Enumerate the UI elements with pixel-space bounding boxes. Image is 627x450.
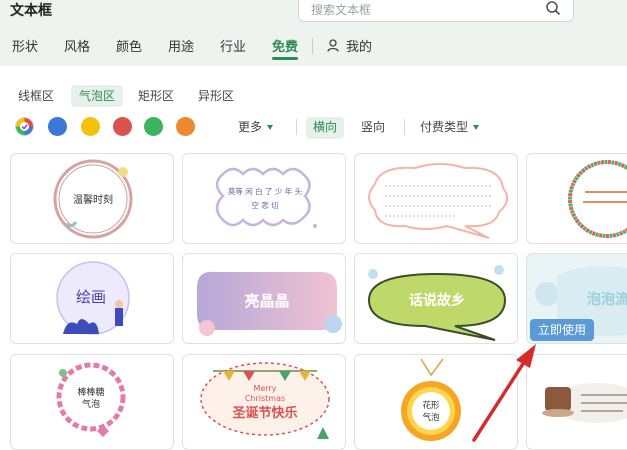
tab-style[interactable]: 风格 — [64, 36, 90, 55]
tab-free[interactable]: 免费 — [272, 36, 298, 55]
panel-title: 文本框 — [10, 3, 52, 19]
card-text: 话说故乡 — [409, 292, 465, 309]
cloud-speech-art — [368, 163, 509, 239]
orientation-vertical[interactable]: 竖向 — [361, 117, 385, 139]
flower-frame-art: 花形 气泡 — [401, 358, 461, 441]
more-label: 更多 — [238, 120, 263, 134]
template-card-shiny[interactable]: 亮晶晶 — [182, 253, 346, 344]
template-card-dotted-circle[interactable] — [526, 153, 627, 244]
pay-type-label: 付费类型 — [420, 120, 469, 134]
tab-industry[interactable]: 行业 — [220, 36, 246, 55]
card-text: 绘画 — [76, 288, 106, 306]
user-icon[interactable] — [327, 39, 339, 52]
subtab-irregular[interactable]: 异形区 — [190, 85, 242, 107]
subtab-bubble[interactable]: 气泡区 — [71, 85, 124, 107]
card-text: 棒棒糖 — [77, 386, 104, 398]
template-card-flower[interactable]: 花形 气泡 — [354, 354, 518, 450]
template-card-painting[interactable]: 绘画 — [10, 253, 174, 344]
card-text: Christmas — [245, 394, 285, 403]
green-speech-art: 话说故乡 — [367, 265, 507, 341]
circle-frame-art: 温馨时刻 — [53, 159, 133, 239]
card-text: 花形 — [422, 400, 440, 411]
card-text: 气泡 — [82, 398, 100, 410]
card-text: 莫等 闲 白 了 少 年 头 — [228, 186, 303, 196]
dotted-circle-art — [568, 160, 627, 238]
template-card-lollipop[interactable]: 棒棒糖 气泡 — [10, 354, 174, 450]
painting-bubble-art: 绘画 — [56, 261, 130, 335]
color-green-swatch[interactable] — [144, 117, 163, 136]
gradient-bubble-art: 亮晶晶 — [197, 271, 342, 336]
template-card-coffee[interactable] — [526, 354, 627, 450]
pink-frame-art: 棒棒糖 气泡 — [56, 362, 126, 437]
card-text: 亮晶晶 — [244, 292, 289, 310]
tab-usage[interactable]: 用途 — [168, 36, 194, 55]
template-card-cloud-speech[interactable] — [354, 153, 518, 244]
color-orange-swatch[interactable] — [176, 117, 195, 136]
template-card-poem-bubble[interactable]: 莫等 闲 白 了 少 年 头 空 悲 切 — [182, 153, 346, 244]
all-colors-icon[interactable] — [15, 117, 34, 136]
color-blue-swatch[interactable] — [48, 117, 67, 136]
active-tab-indicator — [272, 57, 298, 60]
template-card-christmas[interactable]: Merry Christmas 圣诞节快乐 — [182, 354, 346, 450]
tab-shape[interactable]: 形状 — [12, 36, 38, 55]
christmas-oval-art: Merry Christmas 圣诞节快乐 — [200, 362, 330, 439]
filter-divider — [296, 119, 297, 135]
color-yellow-swatch[interactable] — [81, 117, 100, 136]
more-filter[interactable]: 更多 — [238, 117, 274, 139]
use-now-button[interactable]: 立即使用 — [530, 319, 594, 341]
template-card-hometown-story[interactable]: 话说故乡 — [354, 253, 518, 344]
tab-color[interactable]: 颜色 — [116, 36, 142, 55]
search-placeholder: 搜索文本框 — [311, 3, 372, 17]
subtab-line-frame[interactable]: 线框区 — [10, 85, 62, 107]
search-input[interactable]: 搜索文本框 — [298, 0, 574, 22]
filter-divider — [404, 119, 405, 135]
orientation-horizontal[interactable]: 横向 — [306, 117, 345, 139]
card-text: 圣诞节快乐 — [232, 405, 297, 421]
subtab-rectangle[interactable]: 矩形区 — [130, 85, 182, 107]
pay-type-filter[interactable]: 付费类型 — [420, 117, 480, 139]
category-tabs: 形状 风格 颜色 用途 行业 免费 我的 — [0, 36, 627, 62]
card-text: 气泡 — [422, 412, 440, 423]
scalloped-bubble-art: 莫等 闲 白 了 少 年 头 空 悲 切 — [215, 167, 317, 228]
chevron-down-icon — [473, 125, 480, 130]
card-text: 泡泡流 — [587, 291, 627, 308]
card-text: 空 悲 切 — [251, 200, 279, 210]
color-red-swatch[interactable] — [113, 117, 132, 136]
tab-divider — [312, 38, 313, 54]
search-icon[interactable] — [545, 0, 561, 16]
card-text: 温馨时刻 — [73, 193, 113, 206]
card-text: Merry — [254, 384, 277, 393]
tab-mine[interactable]: 我的 — [346, 36, 372, 55]
coffee-art — [542, 383, 627, 423]
chevron-down-icon — [267, 125, 274, 130]
template-card-warm-moment[interactable]: 温馨时刻 — [10, 153, 174, 244]
